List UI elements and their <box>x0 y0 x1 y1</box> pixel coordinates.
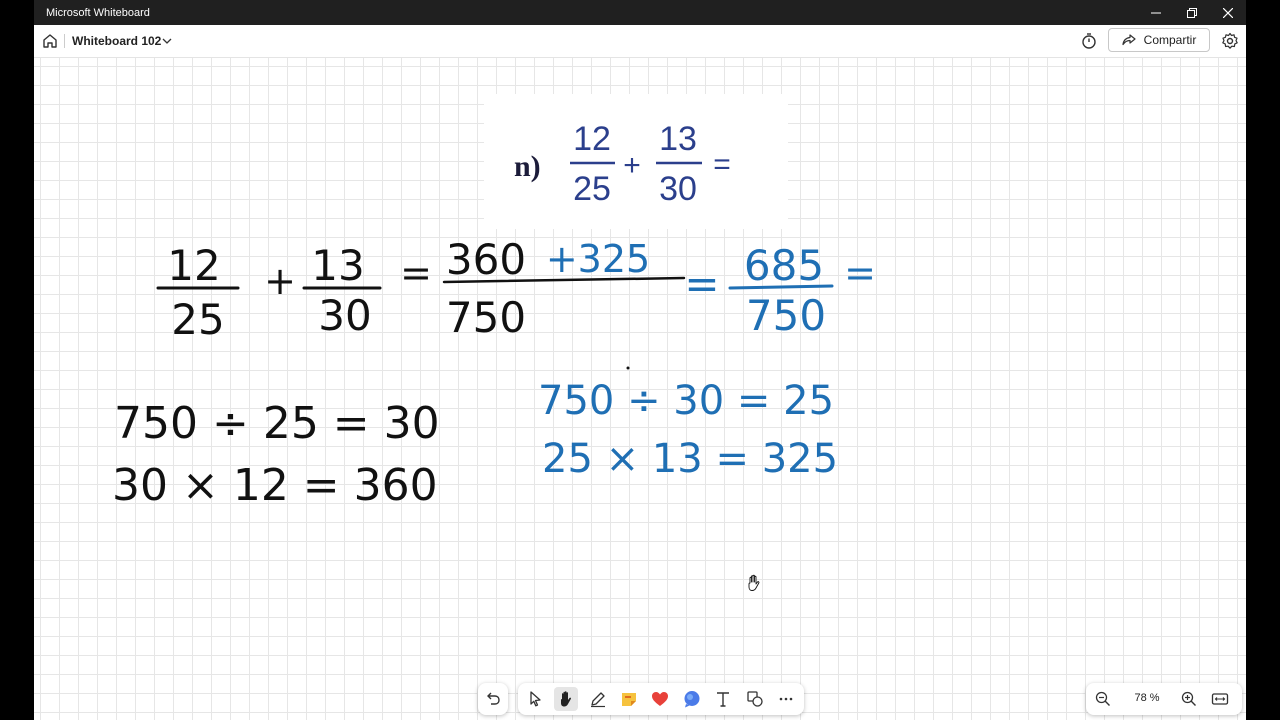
zoom-out-icon[interactable] <box>1093 689 1113 709</box>
hand-icon <box>561 691 571 707</box>
shapes-icon[interactable] <box>745 689 765 709</box>
ink-result-bar[interactable] <box>728 284 834 290</box>
pen-icon[interactable] <box>588 689 608 709</box>
ink-f1-num[interactable]: 12 <box>167 241 220 290</box>
reaction-icon[interactable] <box>650 689 670 709</box>
ink-black-row2[interactable]: 30 × 12 = 360 <box>112 460 438 511</box>
ink-numerator-blue[interactable]: +325 <box>546 237 650 281</box>
ink-dot[interactable] <box>626 366 630 370</box>
ink-layer: 12 25 + 13 30 = 360 750 750 ÷ 25 = 30 30… <box>112 235 876 511</box>
minimize-icon <box>1151 12 1161 13</box>
share-label: Compartir <box>1143 33 1197 47</box>
ink-numerator-black[interactable]: 360 <box>446 235 526 284</box>
home-icon[interactable] <box>41 32 59 50</box>
ink-f2-den[interactable]: 30 <box>318 291 371 340</box>
hand-tool[interactable] <box>554 687 578 711</box>
share-icon <box>1122 34 1136 46</box>
chevron-down-icon[interactable] <box>161 36 173 46</box>
fit-icon[interactable] <box>1210 689 1230 709</box>
restore-button[interactable] <box>1174 0 1210 25</box>
ink-f2-num[interactable]: 13 <box>311 241 364 290</box>
ink-result-den[interactable]: 750 <box>746 291 826 340</box>
select-icon[interactable] <box>525 689 545 709</box>
gear-icon[interactable] <box>1221 32 1239 50</box>
title-bar: Microsoft Whiteboard <box>34 0 1246 25</box>
board-name[interactable]: Whiteboard 102 <box>72 34 161 48</box>
share-button[interactable]: Compartir <box>1108 28 1210 52</box>
ink-eq2[interactable]: = <box>684 259 719 308</box>
ink-blue-row2[interactable]: 25 × 13 = 325 <box>542 436 838 482</box>
ink-black-row1[interactable]: 750 ÷ 25 = 30 <box>114 398 440 449</box>
app-header: Whiteboard 102 Compartir <box>34 25 1246 58</box>
minimize-button[interactable] <box>1138 0 1174 25</box>
ink-eq3[interactable]: = <box>844 251 876 295</box>
close-icon <box>1223 7 1233 18</box>
zoom-level[interactable]: 78 % <box>1132 692 1162 704</box>
sticky-note-icon[interactable] <box>619 689 639 709</box>
ink-plus[interactable]: + <box>264 259 296 303</box>
hand-cursor-icon <box>748 574 760 591</box>
more-icon[interactable] <box>776 689 796 709</box>
whiteboard-canvas[interactable]: n) 12 25 + 13 30 = 12 25 + 13 30 = 360 7… <box>34 58 1246 720</box>
ink-f1-den[interactable]: 25 <box>171 295 224 344</box>
timer-icon[interactable] <box>1080 32 1098 50</box>
close-button[interactable] <box>1210 0 1246 25</box>
undo-icon <box>487 692 500 705</box>
window-title: Microsoft Whiteboard <box>46 7 150 19</box>
tool-bar <box>518 683 804 715</box>
zoom-controls: 78 % <box>1086 683 1242 715</box>
comment-icon[interactable] <box>682 689 702 709</box>
zoom-in-icon[interactable] <box>1179 689 1199 709</box>
ink-result-num[interactable]: 685 <box>744 241 824 290</box>
restore-icon <box>1187 7 1197 18</box>
ink-eq1[interactable]: = <box>400 251 432 295</box>
ink-denominator[interactable]: 750 <box>446 293 526 342</box>
undo-button[interactable] <box>478 683 508 715</box>
ink-blue-row1[interactable]: 750 ÷ 30 = 25 <box>538 378 834 424</box>
text-icon[interactable] <box>713 689 733 709</box>
header-divider <box>64 34 65 48</box>
